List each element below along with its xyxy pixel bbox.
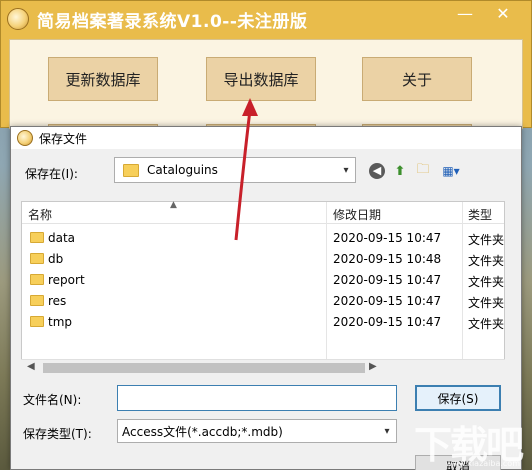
file-name: data xyxy=(48,231,76,245)
close-button[interactable]: ✕ xyxy=(485,1,521,29)
back-button[interactable]: ◀ xyxy=(367,161,387,181)
view-menu-icon: ▦▾ xyxy=(442,164,460,178)
file-name: report xyxy=(48,273,85,287)
filename-label: 文件名(N): xyxy=(23,393,82,407)
file-date: 2020-09-15 10:48 xyxy=(333,252,442,266)
filename-input[interactable] xyxy=(117,385,397,411)
app-title: 简易档案著录系统V1.0--未注册版 xyxy=(37,11,308,32)
list-item[interactable]: data 2020-09-15 10:47 文件夹 xyxy=(22,228,504,249)
file-type: 文件夹 xyxy=(468,317,505,331)
new-folder-icon: 🗀 xyxy=(416,162,430,177)
save-in-row: 保存在(I): Cataloguins ▾ ◀ ⬆ 🗀 ▦▾ xyxy=(11,157,521,185)
save-in-label: 保存在(I): xyxy=(25,167,78,181)
file-date: 2020-09-15 10:47 xyxy=(333,273,442,287)
scroll-left-icon[interactable]: ◀ xyxy=(27,361,35,372)
filetype-label: 保存类型(T): xyxy=(23,427,92,441)
file-date: 2020-09-15 10:47 xyxy=(333,315,442,329)
folder-icon xyxy=(30,232,44,243)
file-date: 2020-09-15 10:47 xyxy=(333,294,442,308)
view-menu-button[interactable]: ▦▾ xyxy=(437,161,465,181)
dialog-titlebar: 保存文件 xyxy=(11,127,521,149)
list-item[interactable]: res 2020-09-15 10:47 文件夹 xyxy=(22,291,504,312)
minimize-button[interactable]: — xyxy=(447,1,483,29)
update-db-button[interactable]: 更新数据库 xyxy=(48,57,158,101)
folder-icon xyxy=(123,163,139,177)
location-text: Cataloguins xyxy=(147,163,218,177)
save-button[interactable]: 保存(S) xyxy=(415,385,501,411)
horizontal-scrollbar[interactable]: ◀ ▶ xyxy=(21,359,505,376)
new-folder-button[interactable]: 🗀 xyxy=(413,161,433,181)
list-header: ▲ 名称 修改日期 类型 xyxy=(22,200,504,224)
app-window: 简易档案著录系统V1.0--未注册版 — ✕ 更新数据库 导出数据库 关于 xyxy=(0,0,532,130)
file-list[interactable]: ▲ 名称 修改日期 类型 data 2020-09-15 10:47 文件夹 d… xyxy=(21,200,505,375)
scroll-right-icon[interactable]: ▶ xyxy=(369,361,377,372)
file-date: 2020-09-15 10:47 xyxy=(333,231,442,245)
file-name: tmp xyxy=(48,315,73,329)
app-logo-icon xyxy=(17,130,33,146)
scrollbar-thumb[interactable] xyxy=(43,363,365,373)
folder-icon xyxy=(30,316,44,327)
watermark-logo: 下载吧 www.xiazaiba.com xyxy=(406,414,526,468)
back-icon: ◀ xyxy=(369,163,385,179)
column-header-name[interactable]: 名称 xyxy=(28,206,52,223)
app-titlebar: 简易档案著录系统V1.0--未注册版 — ✕ xyxy=(1,1,531,37)
folder-icon xyxy=(30,295,44,306)
up-folder-icon: ⬆ xyxy=(394,163,406,179)
location-dropdown[interactable]: Cataloguins ▾ xyxy=(114,157,356,183)
app-logo-icon xyxy=(7,8,29,30)
list-item[interactable]: db 2020-09-15 10:48 文件夹 xyxy=(22,249,504,270)
list-item[interactable]: report 2020-09-15 10:47 文件夹 xyxy=(22,270,504,291)
file-name: res xyxy=(48,294,67,308)
up-folder-button[interactable]: ⬆ xyxy=(390,161,410,181)
export-db-button[interactable]: 导出数据库 xyxy=(206,57,316,101)
filetype-value: Access文件(*.accdb;*.mdb) xyxy=(122,424,283,439)
folder-icon xyxy=(30,274,44,285)
file-type: 文件夹 xyxy=(468,275,505,289)
dialog-title: 保存文件 xyxy=(39,131,88,146)
file-name: db xyxy=(48,252,64,266)
column-header-type[interactable]: 类型 xyxy=(468,206,492,223)
watermark-url: www.xiazaiba.com xyxy=(445,459,520,468)
chevron-down-icon[interactable]: ▾ xyxy=(378,420,396,442)
app-main-panel: 更新数据库 导出数据库 关于 xyxy=(9,39,523,130)
column-header-date[interactable]: 修改日期 xyxy=(333,206,381,223)
folder-icon xyxy=(30,253,44,264)
file-type: 文件夹 xyxy=(468,296,505,310)
sort-up-icon: ▲ xyxy=(170,200,177,210)
filetype-dropdown[interactable]: Access文件(*.accdb;*.mdb) ▾ xyxy=(117,419,397,443)
about-button[interactable]: 关于 xyxy=(362,57,472,101)
file-type: 文件夹 xyxy=(468,233,505,247)
list-item[interactable]: tmp 2020-09-15 10:47 文件夹 xyxy=(22,312,504,333)
file-type: 文件夹 xyxy=(468,254,505,268)
chevron-down-icon[interactable]: ▾ xyxy=(337,158,355,182)
